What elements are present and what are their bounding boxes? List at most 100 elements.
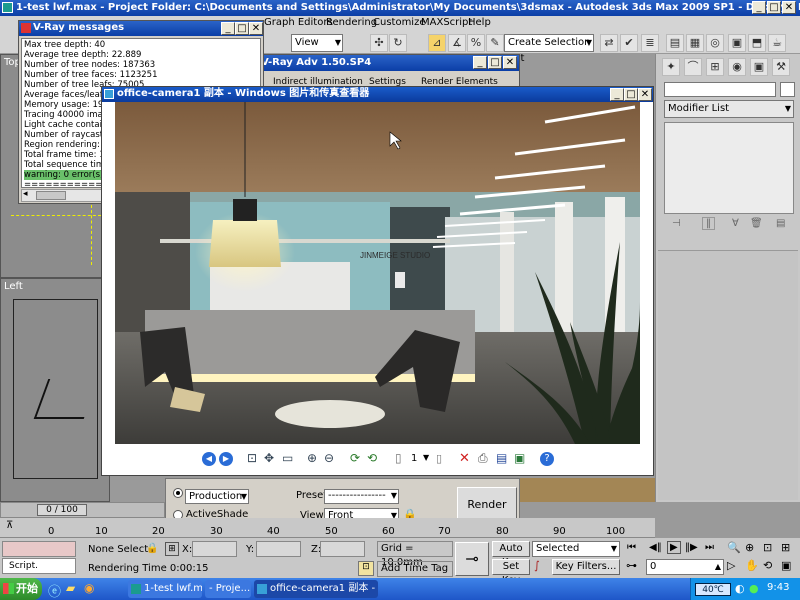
play-icon[interactable]: ▶	[667, 541, 681, 554]
app-minimize-button[interactable]: _	[752, 1, 766, 14]
app-maximize-button[interactable]: □	[767, 1, 781, 14]
next-image-icon[interactable]: ▶	[219, 452, 233, 466]
orbit-icon[interactable]: ⟲	[763, 559, 772, 572]
display-tab-icon[interactable]: ▣	[750, 58, 768, 76]
menu-maxscript[interactable]: MAXScript	[421, 17, 472, 28]
set-key-mode-icon[interactable]: ⊸	[455, 542, 489, 576]
select-move-icon[interactable]: ✣	[370, 34, 388, 52]
slideshow-icon[interactable]: ▭	[282, 451, 293, 465]
next-frame-icon[interactable]: ‖▶	[685, 542, 698, 553]
object-name-field[interactable]	[664, 82, 776, 97]
remove-modifier-icon[interactable]: 🗑	[750, 218, 763, 229]
selected-dropdown[interactable]: Selected ▼	[532, 541, 620, 557]
previous-frame-icon[interactable]: ◀‖	[649, 542, 662, 553]
material-editor-icon[interactable]: ◎	[706, 34, 724, 52]
rendered-frame-icon[interactable]: ⬒	[748, 34, 766, 52]
menu-graph-editors[interactable]: Graph Editors	[264, 17, 333, 28]
vray-messages-maximize-button[interactable]: □	[235, 22, 249, 35]
selection-set-dropdown[interactable]: Create Selection Set▼	[504, 34, 594, 64]
zoom-in-icon[interactable]: ⊕	[307, 451, 317, 465]
vray-adv-maximize-button[interactable]: □	[488, 56, 502, 69]
rotate-counterclockwise-icon[interactable]: ⟲	[367, 451, 377, 465]
current-frame-field[interactable]: 0 ▲	[646, 559, 724, 575]
set-key-button[interactable]: Set Key	[492, 559, 530, 586]
time-slider-thumb[interactable]: 0 / 100	[37, 504, 87, 516]
best-fit-icon[interactable]: ⊡	[247, 451, 257, 465]
select-rotate-icon[interactable]: ↻	[389, 34, 407, 52]
viewport-right-bottom[interactable]	[520, 478, 655, 502]
picture-viewer-maximize-button[interactable]: □	[624, 88, 638, 101]
edit-named-selection-icon[interactable]: ✎	[486, 34, 504, 52]
picture-viewer-minimize-button[interactable]: _	[610, 88, 624, 101]
preset-dropdown[interactable]: ---------------- ▼	[324, 489, 399, 504]
pan-view-icon[interactable]: ✋	[745, 559, 759, 572]
production-dropdown[interactable]: Production ▼	[185, 489, 249, 504]
zoom-out-icon[interactable]: ⊖	[324, 451, 334, 465]
explorer-quicklaunch-icon[interactable]: ▰	[66, 581, 75, 595]
production-radio[interactable]	[173, 488, 183, 498]
selection-lock-icon[interactable]: 🔒	[146, 543, 158, 554]
view-select[interactable]: View ▼	[291, 34, 343, 52]
schematic-view-icon[interactable]: ▦	[686, 34, 704, 52]
time-tag-icon[interactable]: ⊡	[358, 561, 374, 576]
auto-key-button[interactable]: Auto Key	[492, 541, 530, 568]
taskbar-item[interactable]: 1-test lwf.max	[128, 580, 202, 598]
key-mode-toggle-icon[interactable]: ⊶	[626, 559, 637, 572]
open-for-editing-icon[interactable]: ▣	[514, 451, 525, 465]
scroll-left-icon[interactable]: ◂	[23, 189, 28, 199]
modifier-stack[interactable]	[664, 122, 794, 214]
next-page-icon[interactable]: ▯	[436, 452, 442, 465]
zoom-icon[interactable]: 🔍	[727, 541, 741, 554]
time-slider[interactable]: 0 / 100	[0, 502, 165, 518]
layer-manager-icon[interactable]: ≣	[641, 34, 659, 52]
object-color-swatch[interactable]	[780, 82, 795, 97]
help-icon[interactable]: ?	[540, 452, 554, 466]
vray-messages-close-button[interactable]: ✕	[249, 22, 263, 35]
utilities-tab-icon[interactable]: ⚒	[772, 58, 790, 76]
field-of-view-icon[interactable]: ▷	[727, 559, 735, 572]
pin-stack-icon[interactable]: ⊣	[672, 218, 681, 229]
app-close-button[interactable]: ✕	[782, 1, 796, 14]
align-icon[interactable]: ✔	[620, 34, 638, 52]
vray-adv-close-button[interactable]: ✕	[503, 56, 517, 69]
vray-adv-minimize-button[interactable]: _	[473, 56, 487, 69]
temperature-badge[interactable]: 40℃	[695, 583, 731, 596]
antivirus-tray-icon[interactable]: ●	[749, 582, 759, 595]
make-unique-icon[interactable]: ∀	[732, 218, 739, 229]
x-coordinate-field[interactable]	[192, 541, 237, 557]
start-button[interactable]: 开始	[0, 578, 42, 600]
create-tab-icon[interactable]: ✦	[662, 58, 680, 76]
delete-icon[interactable]: ✕	[459, 451, 470, 466]
print-icon[interactable]: ⎙	[478, 451, 488, 466]
quick-render-icon[interactable]: ☕	[768, 34, 786, 52]
previous-image-icon[interactable]: ◀	[202, 452, 216, 466]
y-coordinate-field[interactable]	[256, 541, 301, 557]
modify-tab-icon[interactable]: ⌒	[684, 58, 702, 76]
modifier-list-dropdown[interactable]: Modifier List ▼	[664, 100, 794, 118]
show-end-result-icon[interactable]: ‖	[702, 217, 715, 230]
default-in-out-tangent-icon[interactable]: ∫	[534, 559, 540, 572]
configure-sets-icon[interactable]: ▤	[776, 218, 785, 229]
render-setup-icon[interactable]: ▣	[728, 34, 746, 52]
zoom-extents-all-icon[interactable]: ⊞	[781, 541, 790, 554]
scroll-thumb[interactable]	[36, 191, 66, 200]
page-dropdown-icon[interactable]: ▼	[423, 453, 429, 462]
ie-quicklaunch-icon[interactable]: ⓔ	[48, 581, 61, 600]
add-time-tag-button[interactable]: Add Time Tag	[377, 561, 453, 577]
viewport-left[interactable]: Left	[0, 278, 110, 502]
taskbar-item[interactable]: - Proje...	[205, 580, 251, 598]
percent-snap-icon[interactable]: %	[467, 34, 485, 52]
z-coordinate-field[interactable]	[320, 541, 365, 557]
menu-customize[interactable]: Customize	[373, 17, 426, 28]
motion-tab-icon[interactable]: ◉	[728, 58, 746, 76]
curve-editor-icon[interactable]: ▤	[666, 34, 684, 52]
go-to-end-icon[interactable]: ⏭	[705, 542, 714, 553]
menu-help[interactable]: Help	[468, 17, 491, 28]
go-to-start-icon[interactable]: ⏮	[627, 542, 636, 553]
absolute-mode-icon[interactable]: ⊞	[165, 542, 179, 556]
rotate-clockwise-icon[interactable]: ⟳	[350, 451, 360, 465]
taskbar-item-active[interactable]: office-camera1 副本 - W...	[254, 580, 378, 598]
picture-viewer-close-button[interactable]: ✕	[638, 88, 652, 101]
vray-messages-minimize-button[interactable]: _	[221, 22, 235, 35]
actual-size-icon[interactable]: ✥	[264, 451, 274, 465]
